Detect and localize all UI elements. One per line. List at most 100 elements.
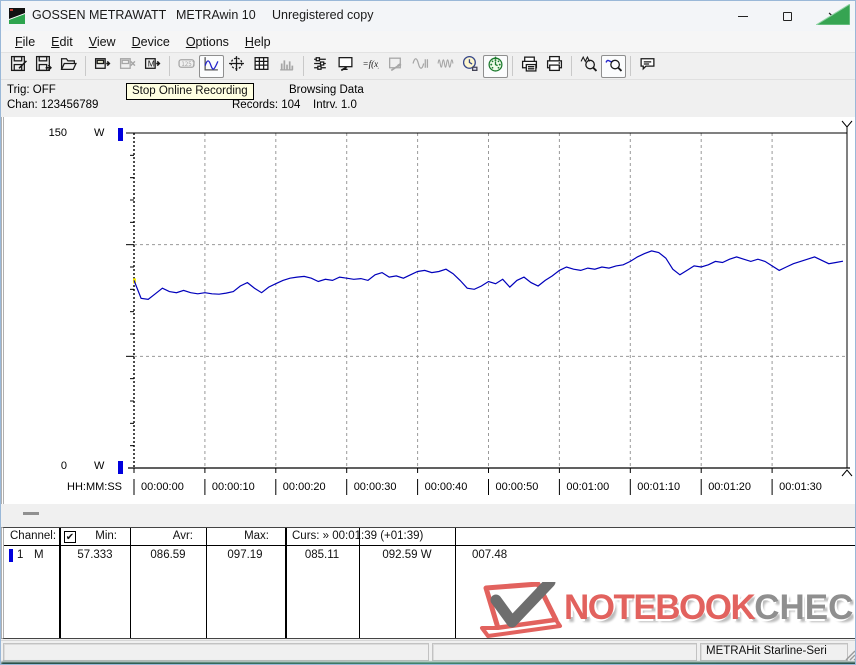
table-header-rule — [4, 545, 856, 546]
memory-read-button[interactable]: M — [140, 55, 165, 78]
clock-meter-button[interactable] — [458, 55, 483, 78]
maximize-button[interactable] — [765, 1, 810, 31]
interface-sliders-button[interactable] — [308, 55, 333, 78]
toolbar-separator — [85, 56, 86, 76]
histogram-button[interactable] — [274, 55, 299, 78]
cell-cursor-b: 092.59 W — [360, 549, 454, 561]
status-bar: METRAHit Starline-Seri — [1, 640, 856, 662]
crosshair-cursor-button[interactable] — [224, 55, 249, 78]
monitor-setup-button[interactable] — [333, 55, 358, 78]
col-header-min: Min: — [61, 530, 117, 542]
metrawin-window: GOSSEN METRAWATT METRAwin 10 Unregistere… — [0, 0, 856, 665]
statusbar-panel-middle — [432, 643, 697, 661]
lcd-display-button[interactable]: 1257 — [174, 55, 199, 78]
minimize-button[interactable] — [720, 1, 765, 31]
graph-view-icon — [203, 55, 220, 77]
menu-options[interactable]: Options — [178, 33, 237, 51]
toolbar-separator — [303, 56, 304, 76]
open-folder-button[interactable] — [56, 55, 81, 78]
monitor-setup-icon — [337, 55, 354, 77]
col-header-max: Max: — [207, 530, 269, 542]
channel-list: Chan: 123456789 — [7, 99, 98, 111]
stopwatch-record-button[interactable] — [483, 55, 508, 78]
lcd-display-icon: 1257 — [178, 55, 195, 77]
meter-read-button[interactable] — [90, 55, 115, 78]
y-axis-min-label: 0 — [45, 460, 67, 472]
status-value: Browsing Data — [289, 84, 364, 96]
x-tick-label: 00:00:00 — [141, 481, 184, 493]
notebookcheck-watermark: NOTEBOOKCHECK — [472, 582, 856, 640]
histogram-icon — [278, 55, 295, 77]
comment-note-button[interactable] — [635, 55, 660, 78]
meter-read-icon — [94, 55, 111, 77]
resize-grip-icon[interactable] — [844, 649, 856, 661]
minimize-icon — [738, 16, 748, 17]
cell-cursor-a: 085.11 — [287, 549, 357, 561]
title-registration: Unregistered copy — [272, 8, 373, 22]
statusbar-device-panel: METRAHit Starline-Seri — [700, 643, 848, 661]
formula-fx-icon: =f(x) — [362, 55, 379, 77]
x-tick-label: 00:00:50 — [496, 481, 539, 493]
power-series-line — [134, 251, 843, 300]
title-brand: GOSSEN METRAWATT — [32, 8, 166, 22]
statusbar-panel-left — [3, 643, 429, 661]
cell-channel-mode: M — [34, 549, 44, 561]
x-tick-label: 00:00:10 — [212, 481, 255, 493]
menu-file[interactable]: File — [7, 33, 43, 51]
interface-sliders-icon — [312, 55, 329, 77]
power-line-chart[interactable] — [4, 117, 856, 504]
zoom-wave-icon — [580, 55, 597, 77]
y-axis-unit-top: W — [94, 127, 104, 139]
svg-text:1257: 1257 — [181, 62, 195, 68]
menu-view[interactable]: View — [81, 33, 124, 51]
formula-fx-button[interactable]: =f(x) — [358, 55, 383, 78]
toolbar-separator — [630, 56, 631, 76]
x-tick-label: 00:00:20 — [283, 481, 326, 493]
splitter-handle-icon[interactable] — [23, 512, 39, 515]
menu-bar: FileEditViewDeviceOptionsHelp — [1, 31, 855, 53]
zoom-wave-button[interactable] — [576, 55, 601, 78]
meter-read-off-button[interactable] — [115, 55, 140, 78]
chart-scroll-strip[interactable] — [1, 504, 856, 527]
toolbar-separator — [512, 56, 513, 76]
device-setup-button[interactable] — [383, 55, 408, 78]
chart-panel: 150 W 0 W HH:MM:SS 00:00:0000:00:1000:00… — [1, 117, 856, 504]
channel-values-table: Channel: ✔ Min: Avr: Max: Curs: » 00:01:… — [1, 527, 856, 639]
menu-edit[interactable]: Edit — [43, 33, 81, 51]
toolbar-separator — [571, 56, 572, 76]
graph-view-button[interactable] — [199, 55, 224, 78]
recorder-info-bar: Trig: OFF Chan: 123456789 Status: Browsi… — [1, 79, 855, 117]
watermark-word-check: CHECK — [754, 588, 856, 627]
print-preview-button[interactable] — [517, 55, 542, 78]
y-axis-max-label: 150 — [45, 127, 67, 139]
clock-meter-icon — [462, 55, 479, 77]
col-header-channel: Channel: — [10, 530, 56, 542]
notebookcheck-laptop-icon — [472, 582, 564, 640]
x-axis-format-label: HH:MM:SS — [67, 481, 122, 493]
meter-read-off-icon — [119, 55, 136, 77]
damped-signal-button[interactable] — [433, 55, 458, 78]
save-as-button[interactable] — [31, 55, 56, 78]
table-view-button[interactable] — [249, 55, 274, 78]
col-header-avr: Avr: — [131, 530, 193, 542]
zoom-curve-button[interactable] — [601, 55, 626, 78]
channel-color-marker — [9, 549, 13, 562]
stopwatch-record-icon — [487, 55, 504, 77]
trigger-status: Trig: OFF — [7, 84, 56, 96]
menu-help[interactable]: Help — [237, 33, 279, 51]
tooltip-stop-online-recording: Stop Online Recording — [126, 83, 254, 100]
x-tick-label: 00:00:30 — [354, 481, 397, 493]
menu-device[interactable]: Device — [124, 33, 178, 51]
print-button[interactable] — [542, 55, 567, 78]
cell-max: 097.19 — [207, 549, 283, 561]
toolbar: M 1257 =f(x) — [1, 53, 855, 79]
run-indicator-triangle — [816, 4, 850, 25]
maximize-icon — [783, 12, 792, 21]
x-tick-label: 00:01:10 — [637, 481, 680, 493]
x-tick-label: 00:01:20 — [708, 481, 751, 493]
save-button[interactable] — [6, 55, 31, 78]
sine-signal-button[interactable] — [408, 55, 433, 78]
table-view-icon — [253, 55, 270, 77]
print-preview-icon — [521, 55, 538, 77]
cell-avr: 086.59 — [131, 549, 205, 561]
